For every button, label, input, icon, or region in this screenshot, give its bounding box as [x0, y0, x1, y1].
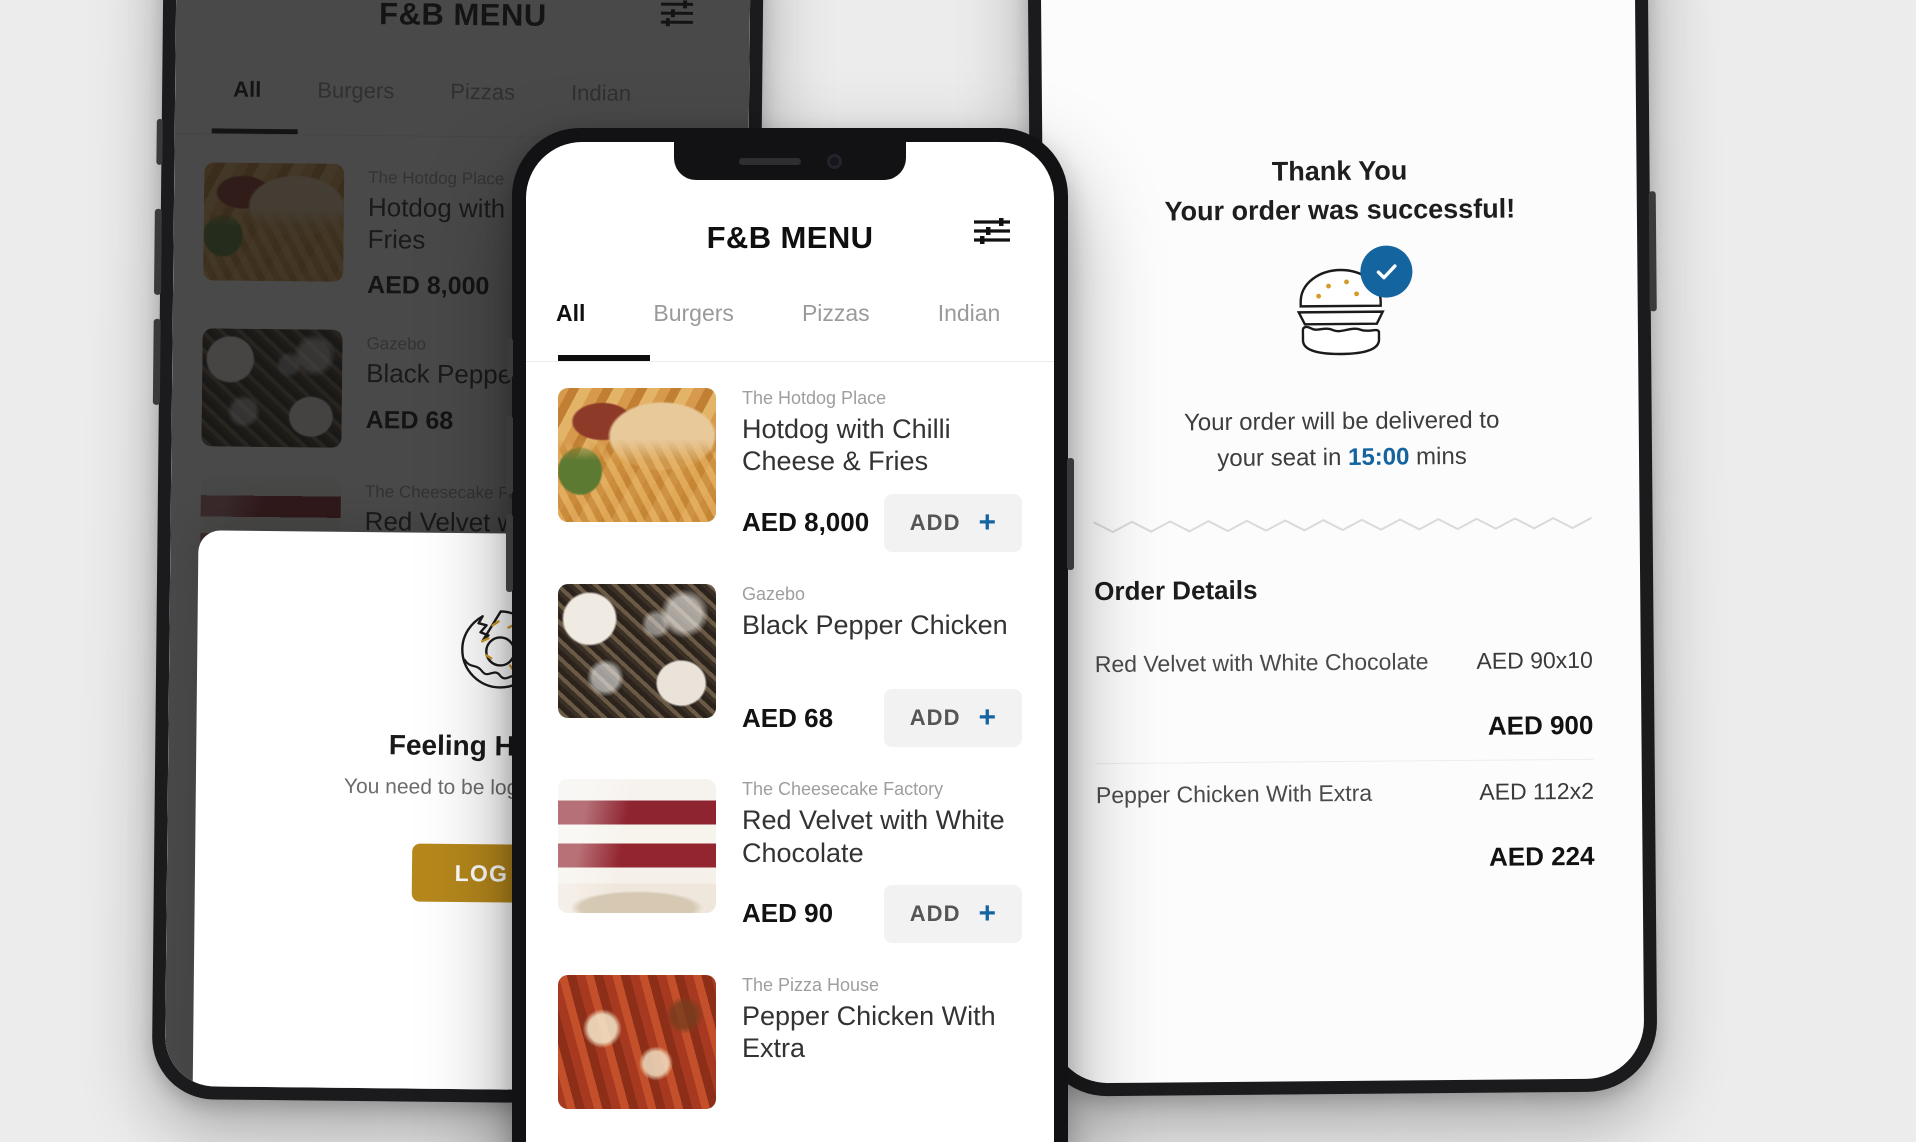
ticket-perforation	[1093, 514, 1593, 536]
restaurant-name: Gazebo	[742, 583, 806, 604]
left-tab-bar: All Burgers Pizzas Indian	[175, 76, 749, 108]
background-phone-right: GATE 6 SEAT 325 L 9 Thank You Your	[1026, 0, 1658, 1097]
left-header: F&B MENU	[176, 0, 752, 36]
sliders-filter-icon[interactable]	[972, 216, 1012, 251]
add-to-cart-button[interactable]: ADD +	[883, 884, 1022, 943]
tab-all[interactable]: All	[556, 300, 585, 327]
front-camera	[826, 153, 842, 169]
row-item-value: AED 90x10	[1476, 646, 1593, 674]
tab-all[interactable]: All	[205, 76, 289, 103]
food-thumbnail	[558, 779, 716, 914]
food-thumbnail	[558, 388, 716, 522]
delivery-line-2: your seat in 15:00 mins	[1093, 438, 1591, 478]
order-details-rows: Red Velvet with White Chocolate AED 90x1…	[1095, 629, 1595, 894]
item-price: AED 8,000	[742, 507, 870, 538]
table-row: Pepper Chicken With Extra AED 112x2	[1096, 760, 1595, 827]
phone-left-volume-up-button	[153, 208, 162, 295]
phone-right-screen: GATE 6 SEAT 325 L 9 Thank You Your	[1039, 0, 1645, 1084]
restaurant-name: The Hotdog Place	[742, 388, 887, 408]
list-item[interactable]: Gazebo Black Pepper Chicken AED 68 ADD +	[558, 583, 1022, 748]
delivery-time: 15:00	[1347, 443, 1410, 471]
item-name: Black Pepper Chicken	[742, 609, 1008, 640]
add-to-cart-button[interactable]: ADD +	[883, 493, 1022, 552]
item-name: Hotdog with Chilli Cheese & Fries	[742, 414, 951, 477]
phone-left-mute-button	[156, 118, 163, 165]
item-price: AED 90	[742, 898, 834, 929]
tab-indian[interactable]: Indian	[543, 80, 659, 107]
table-row: Red Velvet with White Chocolate AED 90x1…	[1095, 629, 1594, 696]
category-tab-bar: All Burgers Pizzas Indian	[526, 300, 1054, 327]
list-item[interactable]: The Cheesecake Factory Red Velvet with W…	[558, 779, 1022, 943]
notch	[674, 142, 906, 180]
row-item-value: AED 224	[1488, 840, 1595, 872]
row-item-name: Red Velvet with White Chocolate	[1094, 648, 1429, 678]
row-item-name: Pepper Chicken With Extra	[1095, 779, 1373, 809]
food-thumbnail	[558, 974, 716, 1109]
phone-front-volume-up-button	[506, 416, 513, 494]
plus-icon: +	[978, 896, 996, 930]
item-name: Pepper Chicken With Extra	[742, 1000, 996, 1064]
add-button-label: ADD	[909, 705, 961, 731]
delivery-line-1: Your order will be delivered to	[1183, 406, 1500, 437]
table-row: AED 224	[1096, 823, 1595, 894]
menu-list: The Hotdog Place Hotdog with Chilli Chee…	[526, 362, 1054, 1109]
order-confirmation-screen: GATE 6 SEAT 325 L 9 Thank You Your	[1040, 0, 1645, 1084]
table-row: AED 900	[1095, 692, 1594, 763]
phone-front-power-button	[1067, 458, 1074, 570]
phone-front-volume-down-button	[506, 514, 513, 592]
thank-you-block: Thank You Your order was successful!	[1090, 154, 1589, 228]
plus-icon: +	[978, 505, 996, 539]
delivery-prefix: your seat in	[1217, 443, 1349, 473]
tab-pizzas[interactable]: Pizzas	[802, 300, 870, 327]
phone-right-power-button	[1648, 191, 1657, 312]
order-details-title: Order Details	[1094, 574, 1258, 607]
tab-indian[interactable]: Indian	[938, 300, 1001, 327]
plus-icon: +	[978, 701, 996, 735]
tab-burgers[interactable]: Burgers	[289, 77, 422, 104]
food-thumbnail	[203, 162, 345, 282]
add-button-label: ADD	[909, 900, 961, 926]
phone-left-volume-down-button	[152, 318, 161, 405]
list-item[interactable]: The Pizza House Pepper Chicken With Extr…	[558, 974, 1022, 1109]
delivery-info: Your order will be delivered to your sea…	[1093, 402, 1592, 478]
foreground-phone-screen: F&B MENU All Burgers Pizzas Indian The H…	[526, 142, 1054, 1142]
food-thumbnail	[558, 583, 716, 718]
check-circle-icon	[1360, 245, 1413, 298]
row-item-value: AED 900	[1487, 709, 1594, 741]
foreground-phone: F&B MENU All Burgers Pizzas Indian The H…	[506, 128, 1074, 1142]
restaurant-name: The Cheesecake Factory	[742, 779, 944, 800]
tab-burgers[interactable]: Burgers	[653, 300, 734, 327]
item-name: Red Velvet with White Chocolate	[742, 805, 1005, 868]
row-item-value: AED 112x2	[1479, 777, 1595, 805]
restaurant-name: The Pizza House	[742, 974, 880, 995]
thank-you-title: Thank You	[1271, 155, 1408, 187]
earpiece-speaker	[738, 157, 801, 165]
list-item[interactable]: The Hotdog Place Hotdog with Chilli Chee…	[558, 388, 1022, 552]
delivery-suffix: mins	[1409, 442, 1467, 471]
burger-icon	[1091, 245, 1590, 366]
tab-pizzas[interactable]: Pizzas	[422, 79, 543, 106]
add-button-label: ADD	[909, 509, 961, 535]
food-thumbnail	[201, 328, 343, 449]
phone-front-mute-button	[507, 338, 513, 378]
item-price: AED 68	[742, 702, 834, 733]
sliders-filter-icon[interactable]	[659, 0, 695, 32]
add-to-cart-button[interactable]: ADD +	[883, 689, 1022, 748]
thank-you-subtitle: Your order was successful!	[1164, 193, 1516, 227]
